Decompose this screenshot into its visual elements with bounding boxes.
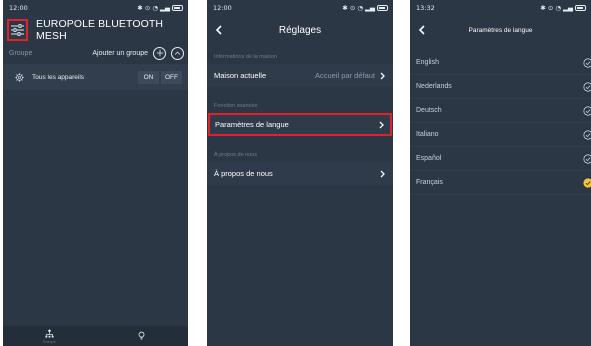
all-devices-row[interactable]: Tous les appareils ON OFF — [3, 64, 188, 90]
signal-icon: ▂▄ — [563, 4, 573, 12]
status-time: 12:00 — [213, 4, 232, 12]
status-time: 13:32 — [416, 4, 435, 12]
plus-icon — [156, 49, 163, 57]
check-circle-icon — [583, 57, 591, 68]
on-button[interactable]: ON — [138, 70, 159, 84]
nav-item-groups[interactable]: Groupe — [24, 329, 74, 344]
status-time: 12:00 — [9, 4, 28, 12]
battery-icon — [172, 5, 183, 11]
app-title: EUROPOLE BLUETOOTH MESH — [36, 18, 164, 42]
menu-button[interactable] — [7, 19, 29, 41]
app-header: EUROPOLE BLUETOOTH MESH — [3, 16, 188, 44]
language-label: Nederlands — [416, 83, 452, 90]
bluetooth-icon: ✱ — [540, 4, 546, 12]
section-header-home-info: Informations de la maison — [214, 54, 277, 60]
on-off-toggle: ON OFF — [138, 70, 182, 84]
nav-label-groups: Groupe — [42, 338, 56, 344]
section-header-about: À propos de nous — [214, 152, 258, 158]
gear-icon — [15, 72, 24, 82]
current-home-label: Maison actuelle — [214, 71, 267, 80]
status-icons: ✱ ⊙ ◔ ▂▄ — [342, 4, 388, 12]
add-group-button[interactable] — [153, 46, 166, 60]
group-bar: Groupe Ajouter un groupe — [3, 44, 188, 62]
language-label: Español — [416, 155, 442, 162]
status-icons: ✱ ⊙ ◔ ▂▄ — [540, 4, 586, 12]
alarm-icon: ⊙ — [349, 4, 356, 12]
language-option[interactable]: Nederlands — [410, 75, 591, 99]
network-icon — [45, 329, 54, 338]
off-button[interactable]: OFF — [161, 70, 182, 84]
collapse-button[interactable] — [171, 46, 184, 60]
signal-icon: ▂▄ — [365, 4, 375, 12]
current-home-row[interactable]: Maison actuelle Accueil par défaut — [207, 64, 393, 87]
language-settings-row[interactable]: Paramètres de langue — [208, 113, 392, 136]
language-option-selected[interactable]: Français — [410, 171, 591, 195]
chevron-up-icon — [174, 51, 181, 55]
status-bar: 12:00 ✱ ⊙ ◔ ▂▄ — [207, 0, 393, 16]
language-list: English Nederlands Deutsch Italiano Espa… — [410, 51, 591, 195]
chevron-right-icon — [379, 121, 384, 128]
check-circle-icon — [583, 81, 591, 92]
settings-header: Réglages — [207, 16, 393, 44]
check-circle-icon — [583, 105, 591, 116]
status-icons: ✱ ⊙ ◔ ▂▄ — [137, 4, 183, 12]
bluetooth-icon: ✱ — [342, 4, 348, 12]
chevron-right-icon — [380, 72, 385, 79]
group-actions: Ajouter un groupe — [92, 46, 184, 60]
back-arrow-icon[interactable] — [418, 25, 426, 35]
back-arrow-icon[interactable] — [215, 25, 223, 35]
bottom-nav: Groupe — [3, 326, 188, 346]
language-label: Italiano — [416, 131, 439, 138]
nav-item-bulb[interactable] — [117, 331, 167, 341]
battery-icon — [377, 5, 388, 11]
bluetooth-icon: ✱ — [137, 4, 143, 12]
status-bar: 13:32 ✱ ⊙ ◔ ▂▄ — [410, 0, 591, 16]
status-bar: 12:00 ✱ ⊙ ◔ ▂▄ — [3, 0, 188, 16]
check-circle-icon — [583, 153, 591, 164]
selected-check-icon — [583, 177, 591, 188]
language-header: Paramètres de langue — [410, 16, 591, 44]
alarm-icon: ⊙ — [547, 4, 554, 12]
home-screen: 12:00 ✱ ⊙ ◔ ▂▄ EUROPOLE BLUETOOTH MESH G… — [3, 0, 188, 346]
section-header-advanced: Fonction avancée — [214, 103, 258, 109]
chevron-right-icon — [380, 170, 385, 177]
language-label: Français — [416, 179, 443, 186]
about-us-row[interactable]: À propos de nous — [207, 162, 393, 185]
battery-icon — [575, 5, 586, 11]
group-label: Groupe — [9, 49, 33, 57]
sliders-icon — [11, 24, 24, 36]
language-option[interactable]: Italiano — [410, 123, 591, 147]
wifi-icon: ◔ — [357, 4, 363, 12]
language-option[interactable]: Deutsch — [410, 99, 591, 123]
current-home-value: Accueil par défaut — [314, 71, 375, 80]
language-label: Deutsch — [416, 107, 442, 114]
alarm-icon: ⊙ — [144, 4, 151, 12]
page-title: Réglages — [278, 24, 322, 36]
check-circle-icon — [583, 129, 591, 140]
language-screen: 13:32 ✱ ⊙ ◔ ▂▄ Paramètres de langue Engl… — [410, 0, 591, 346]
language-option[interactable]: English — [410, 51, 591, 75]
language-settings-label: Paramètres de langue — [215, 120, 289, 129]
wifi-icon: ◔ — [555, 4, 561, 12]
language-option[interactable]: Español — [410, 147, 591, 171]
page-title: Paramètres de langue — [468, 26, 533, 34]
signal-icon: ▂▄ — [160, 4, 170, 12]
bulb-icon — [138, 331, 145, 340]
language-label: English — [416, 59, 439, 66]
add-group-label[interactable]: Ajouter un groupe — [92, 50, 148, 57]
about-us-label: À propos de nous — [214, 169, 273, 178]
device-label: Tous les appareils — [32, 73, 85, 81]
wifi-icon: ◔ — [152, 4, 158, 12]
settings-screen: 12:00 ✱ ⊙ ◔ ▂▄ Réglages Informations de … — [207, 0, 393, 346]
